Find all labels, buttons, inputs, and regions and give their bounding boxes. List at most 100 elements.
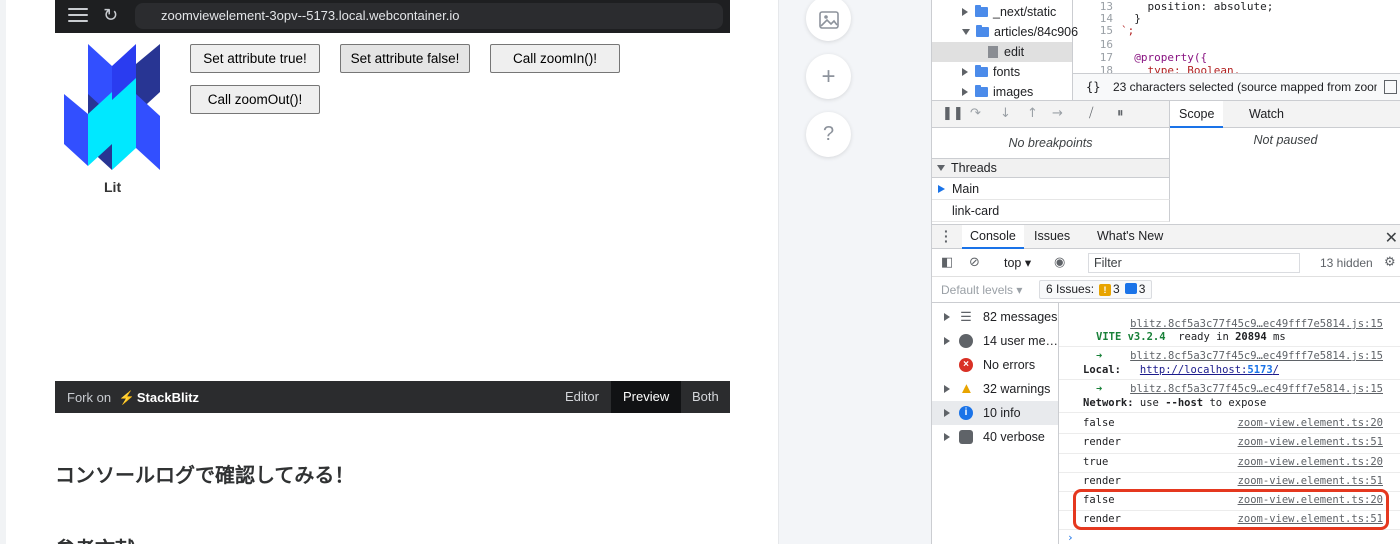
log-source-link[interactable]: blitz.8cf5a3c77f45c9…ec49fff7e5814.js:15	[1130, 318, 1383, 330]
file-icon	[988, 46, 998, 58]
tree-label: images	[993, 85, 1034, 99]
tab-issues[interactable]: Issues	[1026, 225, 1078, 249]
folder-icon	[975, 85, 988, 97]
reload-icon[interactable]: ↻	[103, 5, 118, 26]
current-thread-icon	[938, 185, 945, 193]
tree-label: _next/static	[993, 5, 1057, 19]
eye-icon[interactable]: ◉	[1054, 255, 1065, 270]
log-ms-unit: ms	[1273, 331, 1286, 343]
log-label: Local:	[1083, 364, 1121, 376]
no-breakpoints-text: No breakpoints	[932, 128, 1170, 158]
tab-console[interactable]: Console	[962, 225, 1024, 249]
sidebar-item-errors[interactable]: × No errors	[932, 353, 1058, 377]
fork-on-stackblitz-link[interactable]: Fork on ⚡ StackBlitz	[67, 390, 199, 406]
pause-on-exceptions-icon[interactable]: ⏸	[1117, 106, 1124, 121]
menu-icon[interactable]	[68, 8, 88, 22]
source-code-view[interactable]: 13 position: absolute; 14 } 15 `; 16 17 @…	[1073, 0, 1400, 73]
mode-preview[interactable]: Preview	[611, 381, 682, 413]
sidebar-item-user-messages[interactable]: 14 user me…	[932, 329, 1058, 353]
arrow-icon: ➜	[1096, 350, 1103, 362]
tree-folder-articles[interactable]: articles/84c906	[962, 22, 1078, 42]
log-source-link[interactable]: blitz.8cf5a3c77f45c9…ec49fff7e5814.js:15	[1130, 383, 1383, 395]
close-icon[interactable]: ✕	[1385, 228, 1398, 248]
log-source-link[interactable]: zoom-view.element.ts:51	[1238, 436, 1383, 448]
step-out-icon[interactable]: ↑	[1027, 106, 1038, 121]
set-attribute-true-button[interactable]: Set attribute true!	[190, 44, 320, 73]
log-source-link[interactable]: blitz.8cf5a3c77f45c9…ec49fff7e5814.js:15	[1130, 350, 1383, 362]
tab-watch[interactable]: Watch	[1240, 101, 1293, 128]
tree-folder-images[interactable]: images	[962, 82, 1033, 102]
page-left-margin	[0, 0, 6, 544]
code-line: position: absolute;	[1121, 0, 1274, 13]
gear-icon[interactable]: ⚙	[1384, 255, 1396, 270]
tree-folder-next-static[interactable]: _next/static	[962, 2, 1056, 22]
caret-right-icon	[944, 337, 950, 345]
log-source-link[interactable]: zoom-view.element.ts:20	[1238, 417, 1383, 429]
pretty-print-button[interactable]: {}	[1086, 74, 1100, 100]
issues-label: 6 Issues:	[1046, 282, 1095, 296]
thread-main[interactable]: Main	[932, 178, 1170, 200]
caret-down-icon	[962, 29, 970, 35]
issues-info-count: 3	[1138, 282, 1146, 296]
code-line: type: Boolean,	[1121, 64, 1241, 73]
verbose-icon	[959, 430, 973, 444]
help-icon[interactable]: ?	[806, 112, 851, 157]
log-source-link[interactable]: zoom-view.element.ts:51	[1238, 475, 1383, 487]
issues-counter-button[interactable]: 6 Issues:! 3 3	[1039, 280, 1153, 299]
coverage-icon[interactable]	[1384, 80, 1397, 94]
folder-icon	[976, 25, 989, 37]
lit-logo-icon	[64, 44, 160, 170]
log-text: use	[1139, 397, 1159, 409]
log-source-link[interactable]: zoom-view.element.ts:20	[1238, 456, 1383, 468]
issues-warn-count: 3	[1113, 282, 1120, 296]
code-line: @property({	[1121, 51, 1208, 64]
log-url[interactable]: http://localhost:	[1140, 364, 1247, 376]
set-attribute-false-button[interactable]: Set attribute false!	[340, 44, 470, 73]
sidebar-item-warnings[interactable]: ▲ 32 warnings	[932, 377, 1058, 401]
step-into-icon[interactable]: ↓	[1000, 106, 1011, 121]
mode-both[interactable]: Both	[680, 381, 731, 413]
clear-console-icon[interactable]: ⊘	[969, 255, 980, 270]
deactivate-breakpoints-icon[interactable]: ⧸	[1089, 106, 1093, 121]
pause-icon[interactable]: ❚❚	[942, 106, 964, 121]
stackblitz-footer: Fork on ⚡ StackBlitz Editor Preview Both	[55, 381, 730, 413]
arrow-icon: ➜	[1096, 383, 1103, 395]
thread-label: link-card	[952, 204, 1000, 218]
log-url-suffix: /	[1272, 364, 1279, 376]
call-zoomout-button[interactable]: Call zoomOut()!	[190, 85, 320, 114]
console-prompt[interactable]: ›	[1067, 531, 1074, 544]
threads-section-header[interactable]: Threads	[932, 158, 1170, 178]
console-filter-input[interactable]: Filter	[1088, 253, 1300, 273]
mode-editor[interactable]: Editor	[553, 381, 611, 413]
threads-label: Threads	[951, 161, 997, 175]
plus-icon[interactable]: +	[806, 54, 851, 99]
log-text: to expose	[1209, 397, 1267, 409]
tree-file-edit[interactable]: edit	[932, 42, 1072, 62]
log-label: Network:	[1083, 397, 1134, 409]
preview-url[interactable]: zoomviewelement-3opv--5173.local.webcont…	[135, 3, 723, 29]
log-levels-dropdown[interactable]: Default levels ▾	[941, 283, 1022, 297]
sidebar-item-verbose[interactable]: 40 verbose	[932, 425, 1058, 449]
info-icon: i	[959, 406, 973, 420]
sidebar-item-messages[interactable]: ☰ 82 messages	[932, 305, 1058, 329]
warning-badge-icon: !	[1099, 284, 1112, 296]
step-over-icon[interactable]: ↷	[970, 106, 981, 121]
sidebar-item-label: 14 user me…	[983, 334, 1058, 348]
caret-right-icon	[962, 68, 968, 76]
context-value: top	[1004, 256, 1022, 270]
sidebar-toggle-icon[interactable]: ◧	[941, 255, 953, 270]
thread-link-card[interactable]: link-card	[932, 200, 1170, 222]
tab-scope[interactable]: Scope	[1170, 101, 1224, 128]
context-selector[interactable]: top ▾	[1004, 255, 1031, 270]
step-icon[interactable]: →	[1052, 106, 1063, 121]
tab-whats-new[interactable]: What's New	[1089, 225, 1171, 249]
tree-folder-fonts[interactable]: fonts	[962, 62, 1020, 82]
line-number: 16	[1099, 38, 1113, 51]
call-zoomin-button[interactable]: Call zoomIn()!	[490, 44, 620, 73]
user-icon	[959, 334, 973, 348]
console-toolbar-levels: Default levels ▾ 6 Issues:! 3 3	[932, 277, 1400, 303]
tree-label: fonts	[993, 65, 1021, 79]
sidebar-item-info[interactable]: i 10 info	[932, 401, 1058, 425]
more-options-icon[interactable]: · · ·	[944, 224, 949, 248]
line-number: 18	[1099, 64, 1113, 73]
